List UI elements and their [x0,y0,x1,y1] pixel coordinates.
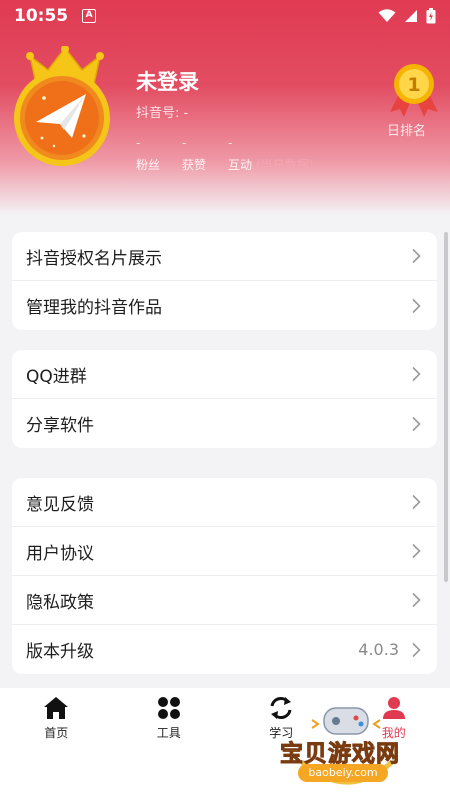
watermark-url: baobeiy.com [298,764,388,782]
battery-icon [426,8,436,24]
watermark-text: 宝贝游戏网 [280,740,400,768]
stat-value: - [228,136,233,150]
notification-icon: A [82,9,97,23]
menu-item-manage-works[interactable]: 管理我的抖音作品 [12,281,437,330]
daily-rank[interactable]: 1 日排名 [384,62,444,140]
stat-value: - [136,136,141,150]
wifi-icon [378,9,396,22]
chevron-right-icon [412,592,421,608]
profile-stats: - 粉丝 - 获赞 - 互动 (当日数据) [136,136,335,173]
stat-label: 粉丝 [136,158,161,172]
menu-item-label: 意见反馈 [26,494,94,515]
grid-icon [157,697,180,719]
menu-group-share: QQ进群 分享软件 [12,350,437,448]
watermark: 宝贝游戏网 baobeiy.com [272,700,422,800]
chevron-right-icon [412,543,421,559]
chevron-right-icon [412,366,421,382]
menu-item-user-agreement[interactable]: 用户协议 [12,527,437,576]
status-time: 10:55 [14,6,69,26]
avatar[interactable] [14,45,116,168]
stats-note: (当日数据) [256,158,314,172]
menu-group-douyin: 抖音授权名片展示 管理我的抖音作品 [12,232,437,330]
menu-item-feedback[interactable]: 意见反馈 [12,478,437,527]
menu-item-label: 版本升级 [26,642,94,662]
menu-item-label: 隐私政策 [26,592,94,613]
stat-label: 互动 (当日数据) [228,158,314,172]
version-number: 4.0.3 [358,640,399,659]
profile-name[interactable]: 未登录 [136,66,199,96]
signal-icon [405,10,417,22]
scrollbar[interactable] [444,232,448,582]
chevron-right-icon [412,298,421,313]
menu-item-privacy-policy[interactable]: 隐私政策 [12,576,437,625]
tab-home[interactable]: 首页 [0,688,113,800]
menu-group-about: 意见反馈 用户协议 隐私政策 版本升级 4.0.3 [12,478,437,674]
menu-item-label: 用户协议 [26,543,94,564]
home-icon [44,697,69,719]
rank-label: 日排名 [387,124,427,139]
menu-item-qq-group[interactable]: QQ进群 [12,350,437,399]
status-bar: 10:55 A [0,0,450,32]
tab-tools[interactable]: 工具 [113,688,226,800]
chevron-right-icon [412,416,421,431]
stat-fans: - 粉丝 [136,136,160,173]
stat-value: - [182,136,187,150]
chevron-right-icon [412,248,421,264]
chevron-right-icon [412,642,421,657]
menu-item-label: 管理我的抖音作品 [26,298,162,318]
menu-item-label: QQ进群 [26,366,87,387]
medal-number: 1 [407,74,420,96]
stat-interactions: - 互动 (当日数据) [228,136,313,173]
menu-item-label: 分享软件 [26,416,94,436]
menu-item-douyin-card[interactable]: 抖音授权名片展示 [12,232,437,281]
chevron-right-icon [412,494,421,510]
menu-item-version-upgrade[interactable]: 版本升级 4.0.3 [12,625,437,674]
tab-label: 工具 [156,726,181,740]
menu-item-label: 抖音授权名片展示 [26,248,162,269]
tab-label: 首页 [44,726,69,740]
stat-likes: - 获赞 [182,136,206,173]
stat-label: 获赞 [182,158,207,172]
profile-id: 抖音号: - [136,106,189,121]
menu-item-share-app[interactable]: 分享软件 [12,399,437,448]
medal-icon: 1 [390,64,438,117]
